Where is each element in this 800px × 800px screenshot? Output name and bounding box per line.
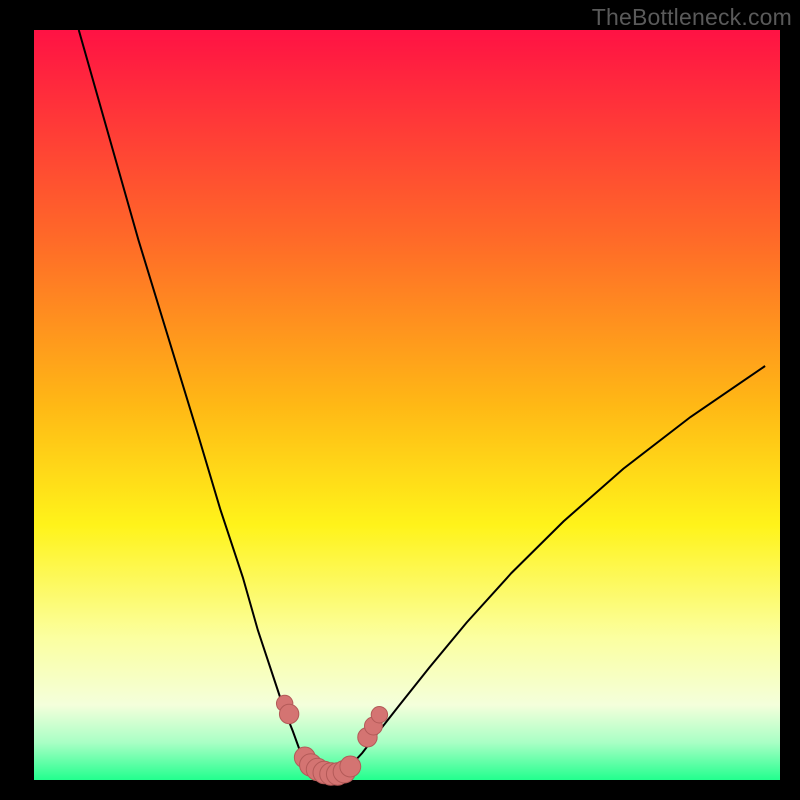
marker-dot	[279, 704, 298, 723]
watermark-text: TheBottleneck.com	[592, 4, 792, 31]
chart-stage: TheBottleneck.com	[0, 0, 800, 800]
plot-background	[34, 30, 780, 780]
marker-dot	[371, 707, 387, 723]
marker-dot	[340, 756, 361, 777]
bottleneck-chart	[0, 0, 800, 800]
